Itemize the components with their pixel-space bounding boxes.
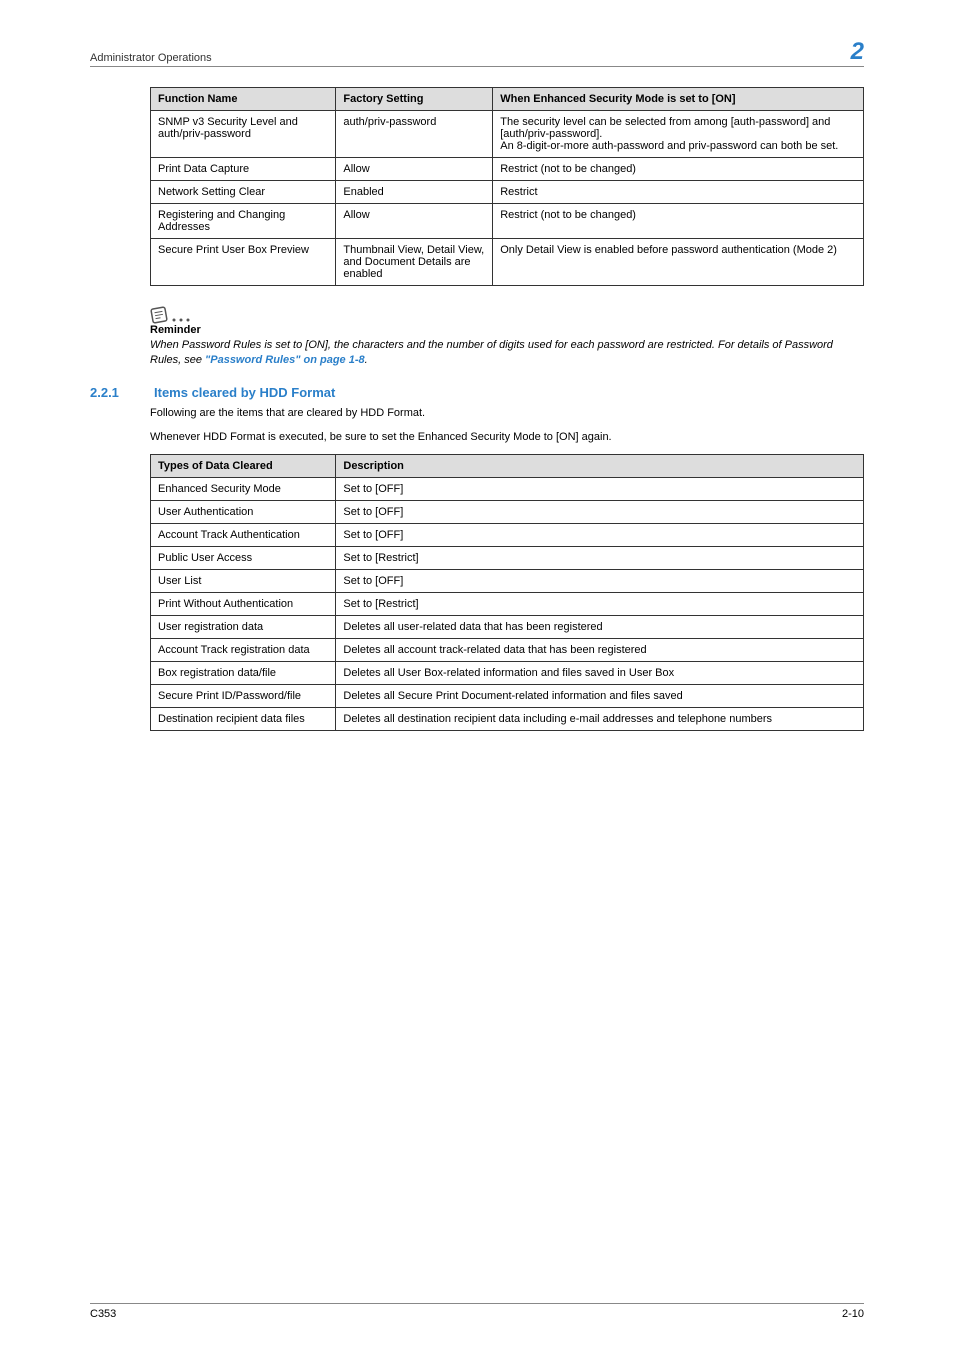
header-section: Administrator Operations [90,52,212,64]
td: Print Data Capture [151,158,336,181]
section-number: 2.2.1 [90,385,130,400]
td: Secure Print User Box Preview [151,239,336,286]
section-title: Items cleared by HDD Format [154,385,335,400]
table-row: Box registration data/fileDeletes all Us… [151,662,864,685]
table-row: Enhanced Security ModeSet to [OFF] [151,478,864,501]
table-header-row: Types of Data Cleared Description [151,455,864,478]
th: Types of Data Cleared [151,455,336,478]
td: User Authentication [151,501,336,524]
td: User List [151,570,336,593]
table-header-row: Function Name Factory Setting When Enhan… [151,88,864,111]
td: Account Track registration data [151,639,336,662]
paragraph: Following are the items that are cleared… [150,406,864,420]
table-function-settings: Function Name Factory Setting When Enhan… [150,87,864,286]
table-row: Registering and Changing AddressesAllowR… [151,204,864,239]
th: Function Name [151,88,336,111]
td: Destination recipient data files [151,708,336,731]
page-footer: C353 2-10 [90,1303,864,1320]
table-data-cleared: Types of Data Cleared Description Enhanc… [150,454,864,731]
header-chapter: 2 [851,40,864,64]
table-row: User AuthenticationSet to [OFF] [151,501,864,524]
td: Deletes all destination recipient data i… [336,708,864,731]
table-row: Account Track AuthenticationSet to [OFF] [151,524,864,547]
td: Set to [OFF] [336,570,864,593]
td: User registration data [151,616,336,639]
td: Set to [Restrict] [336,547,864,570]
td: Deletes all account track-related data t… [336,639,864,662]
td: SNMP v3 Security Level and auth/priv-pas… [151,111,336,158]
td: Set to [OFF] [336,478,864,501]
th: Description [336,455,864,478]
paragraph: Whenever HDD Format is executed, be sure… [150,430,864,444]
td: Registering and Changing Addresses [151,204,336,239]
td: Enabled [336,181,493,204]
reminder-label: Reminder [150,324,864,336]
td: Deletes all Secure Print Document-relate… [336,685,864,708]
td: Deletes all User Box-related information… [336,662,864,685]
td: Allow [336,204,493,239]
td: Print Without Authentication [151,593,336,616]
th: When Enhanced Security Mode is set to [O… [493,88,864,111]
td: Allow [336,158,493,181]
td: Secure Print ID/Password/file [151,685,336,708]
table-row: SNMP v3 Security Level and auth/priv-pas… [151,111,864,158]
td: Only Detail View is enabled before passw… [493,239,864,286]
td: The security level can be selected from … [493,111,864,158]
footer-left: C353 [90,1308,116,1320]
table-row: Public User AccessSet to [Restrict] [151,547,864,570]
reminder-icon [150,306,864,326]
td: Account Track Authentication [151,524,336,547]
td: Deletes all user-related data that has b… [336,616,864,639]
td: Set to [OFF] [336,524,864,547]
table-row: Secure Print User Box PreviewThumbnail V… [151,239,864,286]
table-row: Print Data CaptureAllowRestrict (not to … [151,158,864,181]
password-rules-link[interactable]: "Password Rules" on page 1-8 [205,354,365,366]
page-header: Administrator Operations 2 [90,40,864,67]
table-row: Destination recipient data filesDeletes … [151,708,864,731]
td: Public User Access [151,547,336,570]
td: Thumbnail View, Detail View, and Documen… [336,239,493,286]
td: auth/priv-password [336,111,493,158]
footer-right: 2-10 [842,1308,864,1320]
td: Restrict [493,181,864,204]
table-row: User ListSet to [OFF] [151,570,864,593]
td: Set to [OFF] [336,501,864,524]
table-row: Print Without AuthenticationSet to [Rest… [151,593,864,616]
reminder-text-part2: . [365,354,368,366]
table-row: Secure Print ID/Password/fileDeletes all… [151,685,864,708]
td: Restrict (not to be changed) [493,204,864,239]
td: Set to [Restrict] [336,593,864,616]
td: Restrict (not to be changed) [493,158,864,181]
td: Box registration data/file [151,662,336,685]
th: Factory Setting [336,88,493,111]
reminder-text: When Password Rules is set to [ON], the … [150,338,864,369]
table-row: User registration dataDeletes all user-r… [151,616,864,639]
td: Enhanced Security Mode [151,478,336,501]
table-row: Account Track registration dataDeletes a… [151,639,864,662]
td: Network Setting Clear [151,181,336,204]
table-row: Network Setting ClearEnabledRestrict [151,181,864,204]
